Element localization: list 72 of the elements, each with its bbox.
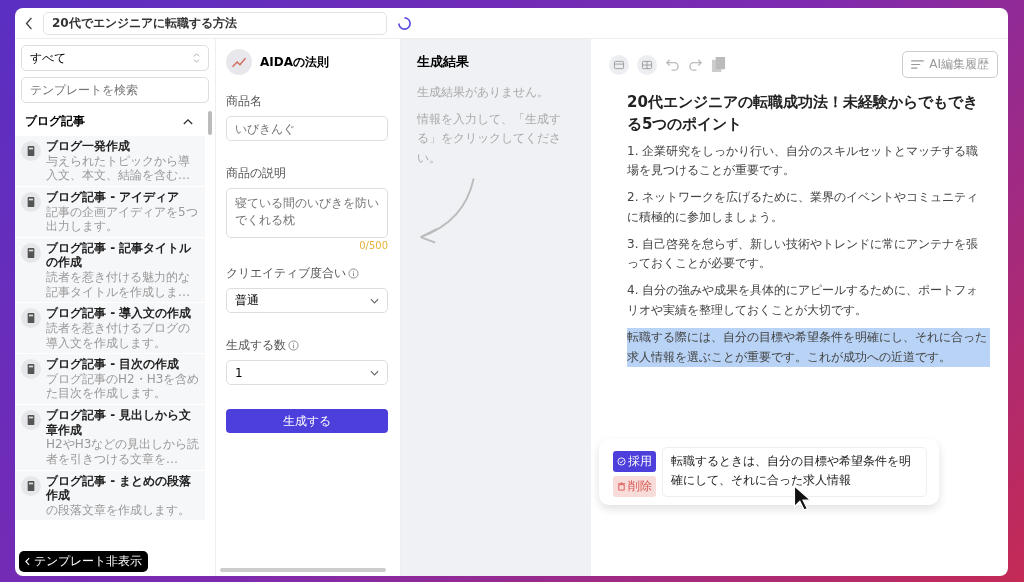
template-title: ブログ記事 - 見出しから文章作成 [46,408,193,438]
dropdown[interactable]: 普通 [226,288,388,313]
template-title: ブログ記事 - 記事タイトルの作成 [46,240,193,270]
article-paragraph: 1. 企業研究をしっかり行い、自分のスキルセットとマッチする職場を見つけることが重要です。 [627,142,980,180]
text-field[interactable]: いびきんぐ [226,116,388,141]
trash-icon [617,482,626,491]
template-description: H2やH3などの見出しから読者を引きつける文章を… [46,437,201,467]
book-icon [21,308,41,329]
up-down-chevron-icon [193,53,200,63]
template-description: 記事の企画アイディアを5つ出力します。 [46,204,199,234]
undo-icon[interactable] [665,57,680,72]
template-description: 読者を惹き付ける魅力的な記事タイトルを作成しま… [46,270,191,300]
template-title: ブログ記事 - アイディア [46,189,181,205]
template-search-field[interactable]: テンプレートを検索 [21,77,209,103]
template-description: の段落文章を作成します。 [46,502,191,518]
article-heading: 20代エンジニアの転職成功法！未経験からでもできる5つのポイント [627,92,979,135]
template-title: ブログ記事 - 目次の作成 [46,357,181,372]
generate-button[interactable]: 生成する [226,409,388,433]
book-icon [21,242,41,263]
book-icon [21,141,41,161]
character-counter: 0/500 [359,240,388,251]
image-icon[interactable] [609,54,629,75]
field-label: クリエイティブ度合い [226,265,346,282]
template-item[interactable]: ブログ記事 - アイディア 記事の企画アイディアを5つ出力します。 [15,186,205,238]
template-item[interactable]: ブログ記事 - 目次の作成 ブログ記事のH2・H3を含めた目次を作成します。 [15,354,205,405]
template-item[interactable]: ブログ記事 - 記事タイトルの作成 読者を惹き付ける魅力的な記事タイトルを作成しま… [15,237,205,304]
info-icon[interactable] [348,268,359,279]
book-icon [21,191,41,212]
book-icon [21,410,41,430]
book-icon [21,475,41,496]
template-description: 読者を惹き付けるブログの導入文を作成します。 [46,320,191,351]
chevron-down-icon [370,297,379,304]
info-icon[interactable] [288,340,299,351]
check-circle-icon [617,457,626,466]
copy-icon[interactable] [711,56,726,73]
trend-chart-icon [226,49,252,75]
article-paragraph: 2. ネットワークを広げるために、業界のイベントやコミュニティに積極的に参加しましょう。 [627,189,980,226]
list-icon [911,60,925,69]
category-select[interactable]: すべて [21,45,209,71]
field-label: 商品の説明 [226,165,286,182]
form-title: AIDAの法則 [260,53,329,71]
template-item[interactable]: ブログ記事 - まとめの段落作成 の段落文章を作成します。 [15,470,205,522]
accept-button[interactable]: 採用 [613,451,656,472]
article-paragraph: 4. 自分の強みや成果を具体的にアピールするために、ポートフォリオや実績を整理しておくことが大切です。 [627,282,980,320]
template-item[interactable]: ブログ記事 - 見出しから文章作成 H2やH3などの見出しから読者を引きつける文章を… [15,405,205,471]
chevron-icon [183,118,193,125]
category-header[interactable]: ブログ記事 [15,107,205,136]
title-field[interactable]: 20代でエンジニアに転職する方法 [43,11,387,35]
template-description: 与えられたトピックから導入文、本文、結論を含む… [46,153,191,183]
chevron-down-icon [370,369,379,376]
template-title: ブログ記事 - まとめの段落作成 [46,473,193,503]
template-description: ブログ記事のH2・H3を含めた目次を作成します。 [46,371,201,401]
template-title: ブログ一発作成 [46,139,131,154]
template-title: ブログ記事 - 導入文の作成 [46,306,193,321]
suggestion-text: 転職するときは、自分の目標や希望条件を明確にして、それに合った求人情報 [662,447,927,497]
text-area[interactable]: 寝ている間のいびきを防いでくれる枕 [226,188,388,238]
table-icon[interactable] [637,54,657,75]
template-item[interactable]: ブログ一発作成 与えられたトピックから導入文、本文、結論を含む… [15,136,205,187]
article-paragraph: 3. 自己啓発を怠らず、新しい技術やトレンドに常にアンテナを張っておくことが必要です。 [627,235,980,273]
dropdown[interactable]: 1 [226,360,388,385]
template-item[interactable]: ブログ記事 - 導入文の作成 読者を惹き付けるブログの導入文を作成します。 [15,303,205,355]
hint-text: 情報を入力して、「生成する」をクリックしてください。 [417,111,562,167]
empty-message: 生成結果がありません。 [417,84,550,101]
redo-icon[interactable] [688,57,703,72]
book-icon [21,359,41,380]
results-title: 生成結果 [417,53,470,71]
chevron-left-icon [25,557,30,566]
article-paragraph: 転職する際には、自分の目標や希望条件を明確にし、それに合った求人情報を選ぶことが重要です。これが成功への近道です。 [627,327,990,368]
field-label: 商品名 [226,93,262,110]
hide-templates-tooltip[interactable]: テンプレート非表示 [19,551,148,572]
back-icon[interactable] [25,16,33,30]
field-label: 生成する数 [226,337,286,354]
